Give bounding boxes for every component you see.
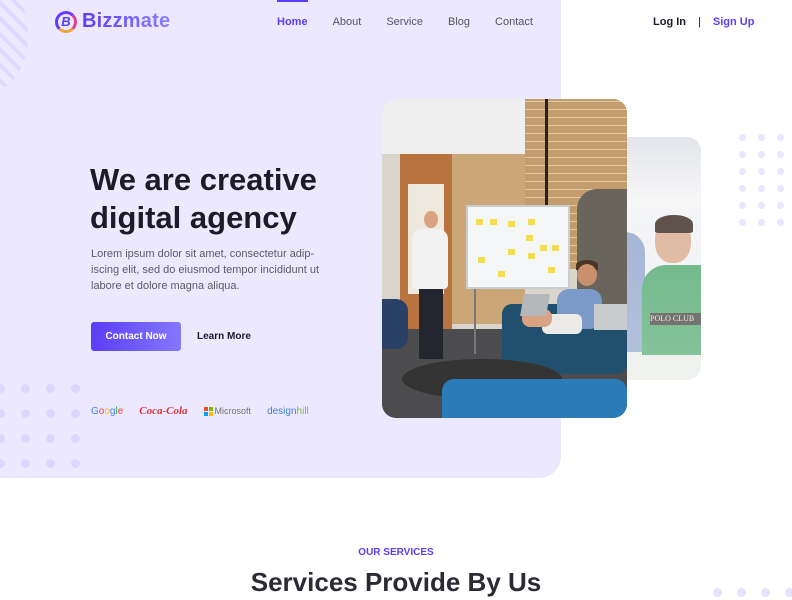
decorative-dot-grid-left: [0, 384, 80, 468]
contact-now-button[interactable]: Contact Now: [91, 322, 181, 351]
microsoft-grid-icon: [203, 406, 213, 416]
services-eyebrow: OUR SERVICES: [358, 547, 434, 558]
microsoft-logo: Microsoft: [203, 406, 252, 416]
main-nav: Home About Service Blog Contact: [277, 0, 558, 28]
nav-home[interactable]: Home: [277, 0, 308, 28]
hero-description: Lorem ipsum dolor sit amet, consectetur …: [91, 248, 320, 292]
designhill-logo: designhill: [267, 405, 309, 417]
auth-links: Log In | Sign Up: [653, 16, 754, 28]
signup-link[interactable]: Sign Up: [713, 16, 755, 28]
nav-blog[interactable]: Blog: [448, 0, 470, 28]
decorative-dot-grid-right: [739, 134, 786, 226]
decorative-stripes: [0, 0, 28, 90]
hero-title: We are creative digital agency: [90, 161, 350, 237]
nav-service[interactable]: Service: [386, 0, 423, 28]
auth-separator: |: [698, 16, 701, 28]
nav-about[interactable]: About: [333, 0, 362, 28]
login-link[interactable]: Log In: [653, 16, 686, 28]
main-hero-image: [382, 99, 627, 418]
google-logo: Google: [91, 405, 124, 417]
hero-title-line1: We are creative: [90, 162, 317, 197]
brand-logos: Google Coca-Cola Microsoft designhill: [91, 405, 309, 417]
logo-icon: B: [55, 10, 77, 33]
microsoft-wordmark: Microsoft: [214, 406, 252, 416]
hero-title-line2: digital agency: [90, 200, 297, 235]
secondary-hero-image: POLO CLUB: [615, 137, 701, 380]
brand-name: Bizzmate: [82, 10, 171, 32]
whiteboard: [466, 205, 570, 289]
nav-contact[interactable]: Contact: [495, 0, 533, 28]
learn-more-link[interactable]: Learn More: [197, 331, 251, 342]
brand-logo[interactable]: B Bizzmate: [55, 10, 170, 33]
coca-cola-logo: Coca-Cola: [139, 405, 188, 417]
services-title: Services Provide By Us: [250, 567, 542, 597]
